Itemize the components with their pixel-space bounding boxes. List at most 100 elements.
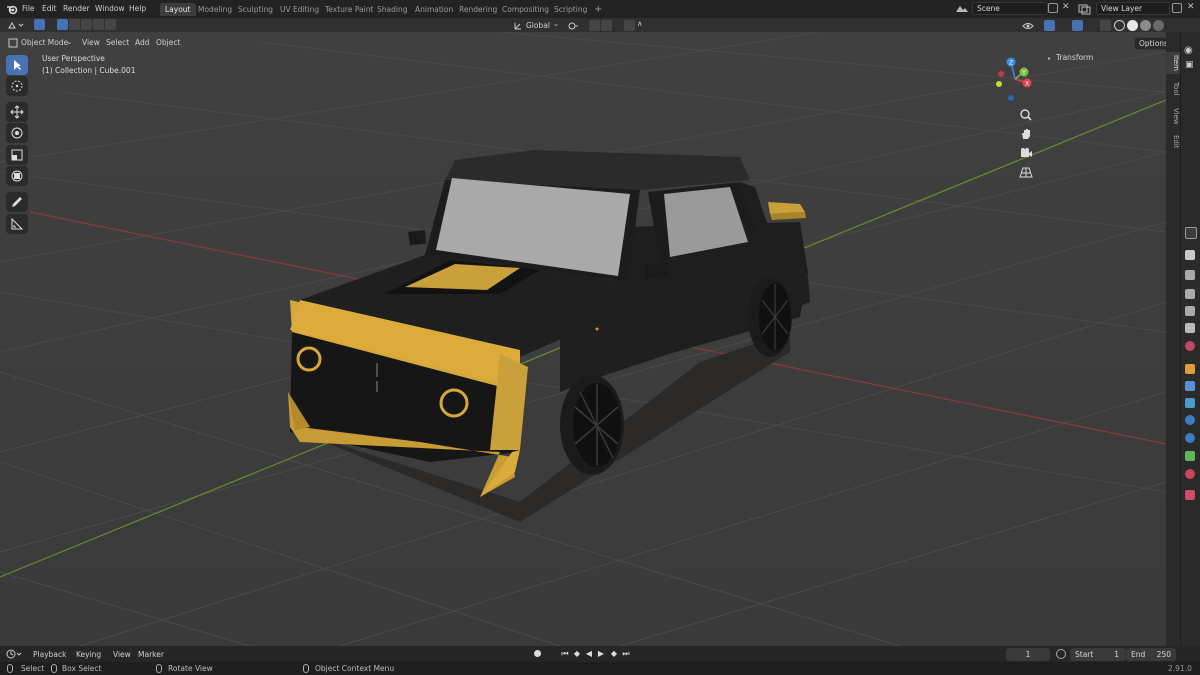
- tab-shading[interactable]: Shading: [372, 3, 412, 16]
- transform-orientation-dropdown[interactable]: Global: [526, 20, 550, 32]
- rotate-tool[interactable]: [6, 123, 28, 143]
- close-scene-icon[interactable]: ✕: [1062, 2, 1070, 12]
- tab-layout[interactable]: Layout: [160, 3, 196, 16]
- navigation-gizmo[interactable]: Z Y X: [990, 54, 1040, 104]
- select-extend-icon[interactable]: [69, 19, 80, 30]
- perspective-grid-icon[interactable]: [1019, 165, 1033, 179]
- select-box-tool[interactable]: [6, 55, 28, 75]
- menu-view[interactable]: View: [82, 37, 100, 49]
- overlay-toggle-icon[interactable]: [1072, 20, 1083, 31]
- menu-help[interactable]: Help: [129, 3, 146, 15]
- camera-icon[interactable]: [1019, 146, 1033, 160]
- texture-properties-icon[interactable]: [1185, 490, 1195, 500]
- next-keyframe-icon[interactable]: ◆: [609, 649, 619, 659]
- menu-marker[interactable]: Marker: [138, 649, 164, 660]
- add-workspace-button[interactable]: +: [589, 3, 607, 16]
- transform-expand-icon[interactable]: ▸: [1048, 55, 1051, 62]
- menu-playback[interactable]: Playback: [33, 649, 66, 660]
- close-view-layer-icon[interactable]: ✕: [1187, 2, 1195, 12]
- world-properties-icon[interactable]: [1185, 341, 1195, 351]
- select-new-icon[interactable]: [57, 19, 68, 30]
- material-properties-icon[interactable]: [1185, 469, 1195, 479]
- timeline-editor-icon[interactable]: [6, 649, 22, 659]
- tab-animation[interactable]: Animation: [410, 3, 458, 16]
- proportional-edit-icon[interactable]: [624, 20, 635, 31]
- menu-keying[interactable]: Keying: [76, 649, 101, 660]
- rendered-shading-icon[interactable]: [1153, 20, 1164, 31]
- properties-editor-icon[interactable]: [1185, 227, 1197, 239]
- material-preview-shading-icon[interactable]: [1140, 20, 1151, 31]
- render-properties-icon[interactable]: [1185, 270, 1195, 280]
- select-intersect-icon[interactable]: [105, 19, 116, 30]
- scene-properties-icon[interactable]: [1185, 323, 1195, 333]
- end-frame-field[interactable]: End 250: [1126, 648, 1176, 661]
- tab-scripting[interactable]: Scripting: [549, 3, 592, 16]
- jump-end-icon[interactable]: ⏭: [621, 649, 631, 659]
- modifier-wrench-icon[interactable]: [1185, 381, 1195, 391]
- new-view-layer-icon[interactable]: [1172, 3, 1182, 13]
- select-mode-icon[interactable]: [34, 19, 45, 30]
- scene-field[interactable]: Scene: [972, 2, 1048, 15]
- menu-file[interactable]: File: [22, 3, 35, 15]
- xray-toggle-icon[interactable]: [1100, 20, 1111, 31]
- menu-timeline-view[interactable]: View: [113, 649, 131, 660]
- transform-tool[interactable]: [6, 166, 28, 186]
- view-layer-field[interactable]: View Layer: [1096, 2, 1170, 15]
- tab-compositing[interactable]: Compositing: [497, 3, 554, 16]
- tab-texture-paint[interactable]: Texture Paint: [320, 3, 378, 16]
- 3d-viewport[interactable]: User Perspective (1) Collection | Cube.0…: [0, 32, 1166, 646]
- scene-icon[interactable]: [954, 3, 970, 15]
- sidebar-tab-edit[interactable]: Edit: [1166, 133, 1180, 151]
- pan-hand-icon[interactable]: [1019, 127, 1033, 141]
- snap-icon[interactable]: [589, 20, 600, 31]
- record-icon[interactable]: [534, 650, 541, 657]
- menu-edit[interactable]: Edit: [42, 3, 57, 15]
- snap-target-icon[interactable]: [601, 20, 612, 31]
- menu-window[interactable]: Window: [95, 3, 125, 15]
- view-layer-properties-icon[interactable]: [1185, 306, 1195, 316]
- menu-select[interactable]: Select: [106, 37, 129, 49]
- gizmo-toggle-icon[interactable]: [1044, 20, 1055, 31]
- select-subtract-icon[interactable]: [81, 19, 92, 30]
- start-frame-field[interactable]: Start 1: [1070, 648, 1126, 661]
- move-tool[interactable]: [6, 102, 28, 122]
- constraints-icon[interactable]: [1185, 433, 1195, 443]
- preview-range-clock-icon[interactable]: [1056, 649, 1066, 659]
- tab-modeling[interactable]: Modeling: [193, 3, 237, 16]
- tab-uv-editing[interactable]: UV Editing: [275, 3, 324, 16]
- output-properties-icon[interactable]: [1185, 289, 1195, 299]
- falloff-curve-icon[interactable]: ∧: [637, 19, 643, 28]
- pivot-point-icon[interactable]: [567, 21, 579, 31]
- editor-type-icon[interactable]: [7, 20, 25, 31]
- play-icon[interactable]: ▶: [596, 649, 606, 659]
- mode-dropdown[interactable]: Object Mode: [21, 37, 68, 49]
- sidebar-tab-tool[interactable]: Tool: [1166, 80, 1180, 98]
- measure-tool[interactable]: [6, 214, 28, 234]
- tab-rendering[interactable]: Rendering: [454, 3, 502, 16]
- annotate-tool[interactable]: [6, 192, 28, 212]
- zoom-icon[interactable]: [1019, 108, 1033, 122]
- particles-icon[interactable]: [1185, 398, 1195, 408]
- new-scene-icon[interactable]: [1048, 3, 1058, 13]
- object-data-icon[interactable]: [1185, 451, 1195, 461]
- object-properties-icon[interactable]: [1185, 364, 1195, 374]
- current-frame-field[interactable]: 1: [1006, 648, 1050, 661]
- cursor-tool[interactable]: [6, 76, 28, 96]
- tool-settings-icon[interactable]: [1185, 250, 1195, 260]
- visibility-eye-icon[interactable]: ◉: [1184, 45, 1193, 56]
- scale-tool[interactable]: [6, 145, 28, 165]
- play-reverse-icon[interactable]: ◀: [584, 649, 594, 659]
- menu-render[interactable]: Render: [63, 3, 90, 15]
- camera-view-icon[interactable]: ▣: [1185, 60, 1194, 70]
- sidebar-tab-view[interactable]: View: [1166, 106, 1180, 126]
- wireframe-shading-icon[interactable]: [1114, 20, 1125, 31]
- prev-keyframe-icon[interactable]: ◆: [572, 649, 582, 659]
- physics-icon[interactable]: [1185, 415, 1195, 425]
- sidebar-tab-item[interactable]: Item: [1166, 52, 1180, 74]
- blender-logo-icon[interactable]: [6, 3, 18, 15]
- select-invert-icon[interactable]: [93, 19, 104, 30]
- solid-shading-icon[interactable]: [1127, 20, 1138, 31]
- tab-sculpting[interactable]: Sculpting: [233, 3, 278, 16]
- transform-panel-header[interactable]: Transform: [1056, 53, 1093, 62]
- view-layer-icon[interactable]: [1077, 3, 1093, 15]
